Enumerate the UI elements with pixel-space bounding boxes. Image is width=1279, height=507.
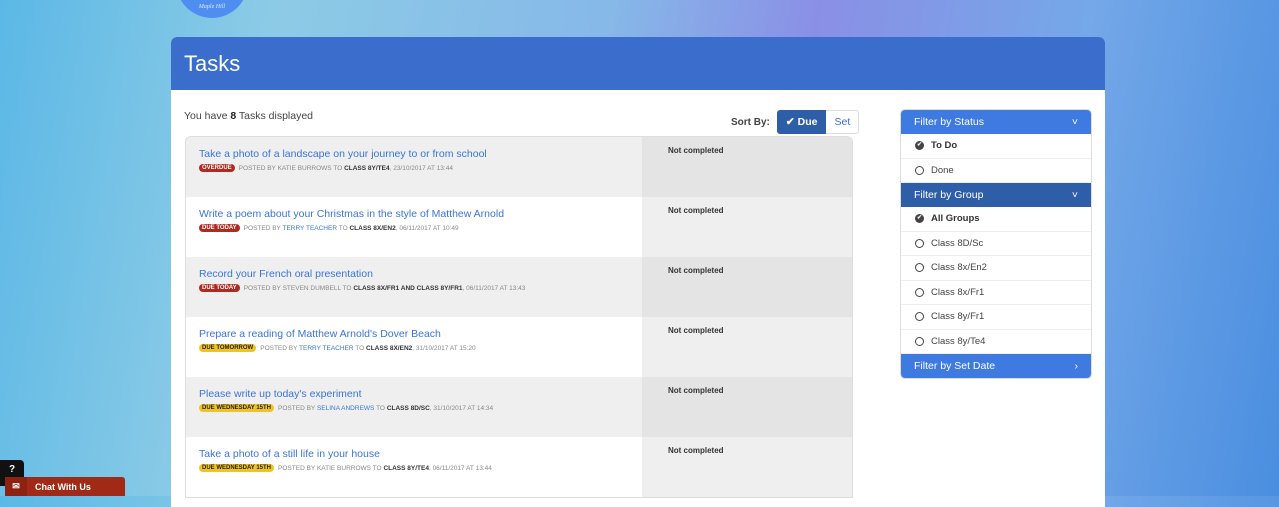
- task-status: Not completed: [642, 317, 852, 377]
- page-title: Tasks: [171, 37, 1105, 90]
- chevron-down-icon: ˅: [1071, 189, 1078, 201]
- due-badge: Due Tomorrow: [199, 344, 257, 352]
- sort-due-button[interactable]: ✔ Due: [776, 110, 827, 134]
- class-name: Class 8X/Fr1 and Class 8Y/Fr1: [353, 284, 463, 292]
- task-row: Take a photo of a still life in your hou…: [186, 437, 852, 497]
- radio-circle-icon: [915, 336, 924, 346]
- posted-by-text: Posted by Katie Burrows to Class 8Y/Te4,…: [278, 464, 492, 472]
- filter-option[interactable]: Class 8x/En2: [901, 256, 1091, 281]
- task-status: Not completed: [642, 437, 852, 497]
- task-title-link[interactable]: Record your French oral presentation: [199, 268, 629, 280]
- posted-by-text: Posted by Terry Teacher to Class 8X/En2,…: [243, 224, 459, 232]
- due-badge: Due Wednesday 15th: [199, 464, 275, 472]
- poster-name: Steven Dumbell: [282, 284, 341, 292]
- class-name: Class 8Y/Te4: [344, 164, 390, 172]
- filter-option[interactable]: Done: [901, 159, 1091, 183]
- filter-option[interactable]: Class 8y/Fr1: [901, 305, 1091, 330]
- due-badge: Due Today: [199, 224, 240, 232]
- radio-circle-icon: [915, 287, 924, 297]
- poster-name: Katie Burrows: [316, 464, 371, 472]
- tasks-panel: Tasks You have 8 Tasks displayed Sort By…: [171, 37, 1105, 507]
- filter-option[interactable]: ✔ To Do: [901, 134, 1091, 159]
- task-row: Write a poem about your Christmas in the…: [186, 197, 852, 257]
- radio-circle-icon: [915, 312, 924, 322]
- filter-set-date-header[interactable]: Filter by Set Date ›: [901, 354, 1091, 378]
- radio-circle-icon: [915, 238, 924, 248]
- task-status: Not completed: [642, 377, 852, 437]
- task-title-link[interactable]: Prepare a reading of Matthew Arnold's Do…: [199, 328, 629, 340]
- task-title-link[interactable]: Please write up today's experiment: [199, 388, 629, 400]
- filter-option[interactable]: Class 8y/Te4: [901, 330, 1091, 354]
- checked-circle-icon: ✔: [915, 214, 924, 224]
- due-badge: Overdue: [199, 164, 235, 172]
- filter-group-header[interactable]: Filter by Group ˅: [901, 183, 1091, 207]
- task-status: Not completed: [642, 257, 852, 317]
- logo-text: Maple Hill: [198, 4, 226, 10]
- task-title-link[interactable]: Take a photo of a still life in your hou…: [199, 448, 629, 460]
- posted-by-text: Posted by Katie Burrows to Class 8Y/Te4,…: [238, 164, 453, 172]
- school-logo[interactable]: Maple Hill: [176, 0, 248, 18]
- poster-name: Katie Burrows: [277, 164, 332, 172]
- task-title-link[interactable]: Write a poem about your Christmas in the…: [199, 208, 629, 220]
- sort-control: Sort By: ✔ Due Set: [731, 110, 860, 134]
- task-status: Not completed: [642, 137, 852, 197]
- check-circle-icon: ✔: [785, 116, 795, 128]
- class-name: Class 8Y/Te4: [383, 464, 429, 472]
- task-status: Not completed: [642, 197, 852, 257]
- filter-option[interactable]: Class 8D/Sc: [901, 232, 1091, 256]
- chat-with-us-button[interactable]: ✉ Chat With Us: [5, 477, 125, 496]
- filter-option[interactable]: Class 8x/Fr1: [901, 281, 1091, 305]
- chevron-right-icon: ›: [1074, 360, 1079, 372]
- radio-circle-icon: [915, 165, 924, 175]
- poster-name[interactable]: Terry Teacher: [299, 345, 354, 352]
- due-badge: Due Today: [199, 284, 240, 292]
- sort-set-button[interactable]: Set: [826, 110, 860, 134]
- poster-name[interactable]: Selina Andrews: [317, 405, 374, 412]
- filter-option[interactable]: ✔ All Groups: [901, 207, 1091, 232]
- posted-by-text: Posted by Steven Dumbell to Class 8X/Fr1…: [243, 284, 526, 292]
- sort-label: Sort By:: [731, 116, 770, 128]
- checked-circle-icon: ✔: [915, 141, 924, 151]
- question-icon: ?: [8, 464, 16, 475]
- radio-circle-icon: [915, 263, 924, 273]
- posted-by-text: Posted by Selina Andrews to Class 8D/Sc,…: [278, 404, 494, 412]
- task-row: Prepare a reading of Matthew Arnold's Do…: [186, 317, 852, 377]
- task-row: Please write up today's experiment Due W…: [186, 377, 852, 437]
- task-row: Record your French oral presentation Due…: [186, 257, 852, 317]
- envelope-icon: ✉: [5, 477, 27, 496]
- task-list: Take a photo of a landscape on your jour…: [185, 136, 853, 498]
- class-name: Class 8X/En2: [366, 344, 413, 352]
- task-title-link[interactable]: Take a photo of a landscape on your jour…: [199, 148, 629, 160]
- task-count: You have 8 Tasks displayed: [184, 110, 314, 122]
- filter-panel: Filter by Status ˅ ✔ To Do Done Filter by…: [900, 109, 1092, 379]
- chevron-down-icon: ˅: [1071, 116, 1078, 128]
- due-badge: Due Wednesday 15th: [199, 404, 275, 412]
- poster-name[interactable]: Terry Teacher: [282, 225, 337, 232]
- class-name: Class 8X/En2: [349, 224, 396, 232]
- class-name: Class 8D/Sc: [386, 404, 430, 412]
- filter-status-header[interactable]: Filter by Status ˅: [901, 110, 1091, 134]
- posted-by-text: Posted by Terry Teacher to Class 8X/En2,…: [260, 344, 476, 352]
- task-row: Take a photo of a landscape on your jour…: [186, 137, 852, 197]
